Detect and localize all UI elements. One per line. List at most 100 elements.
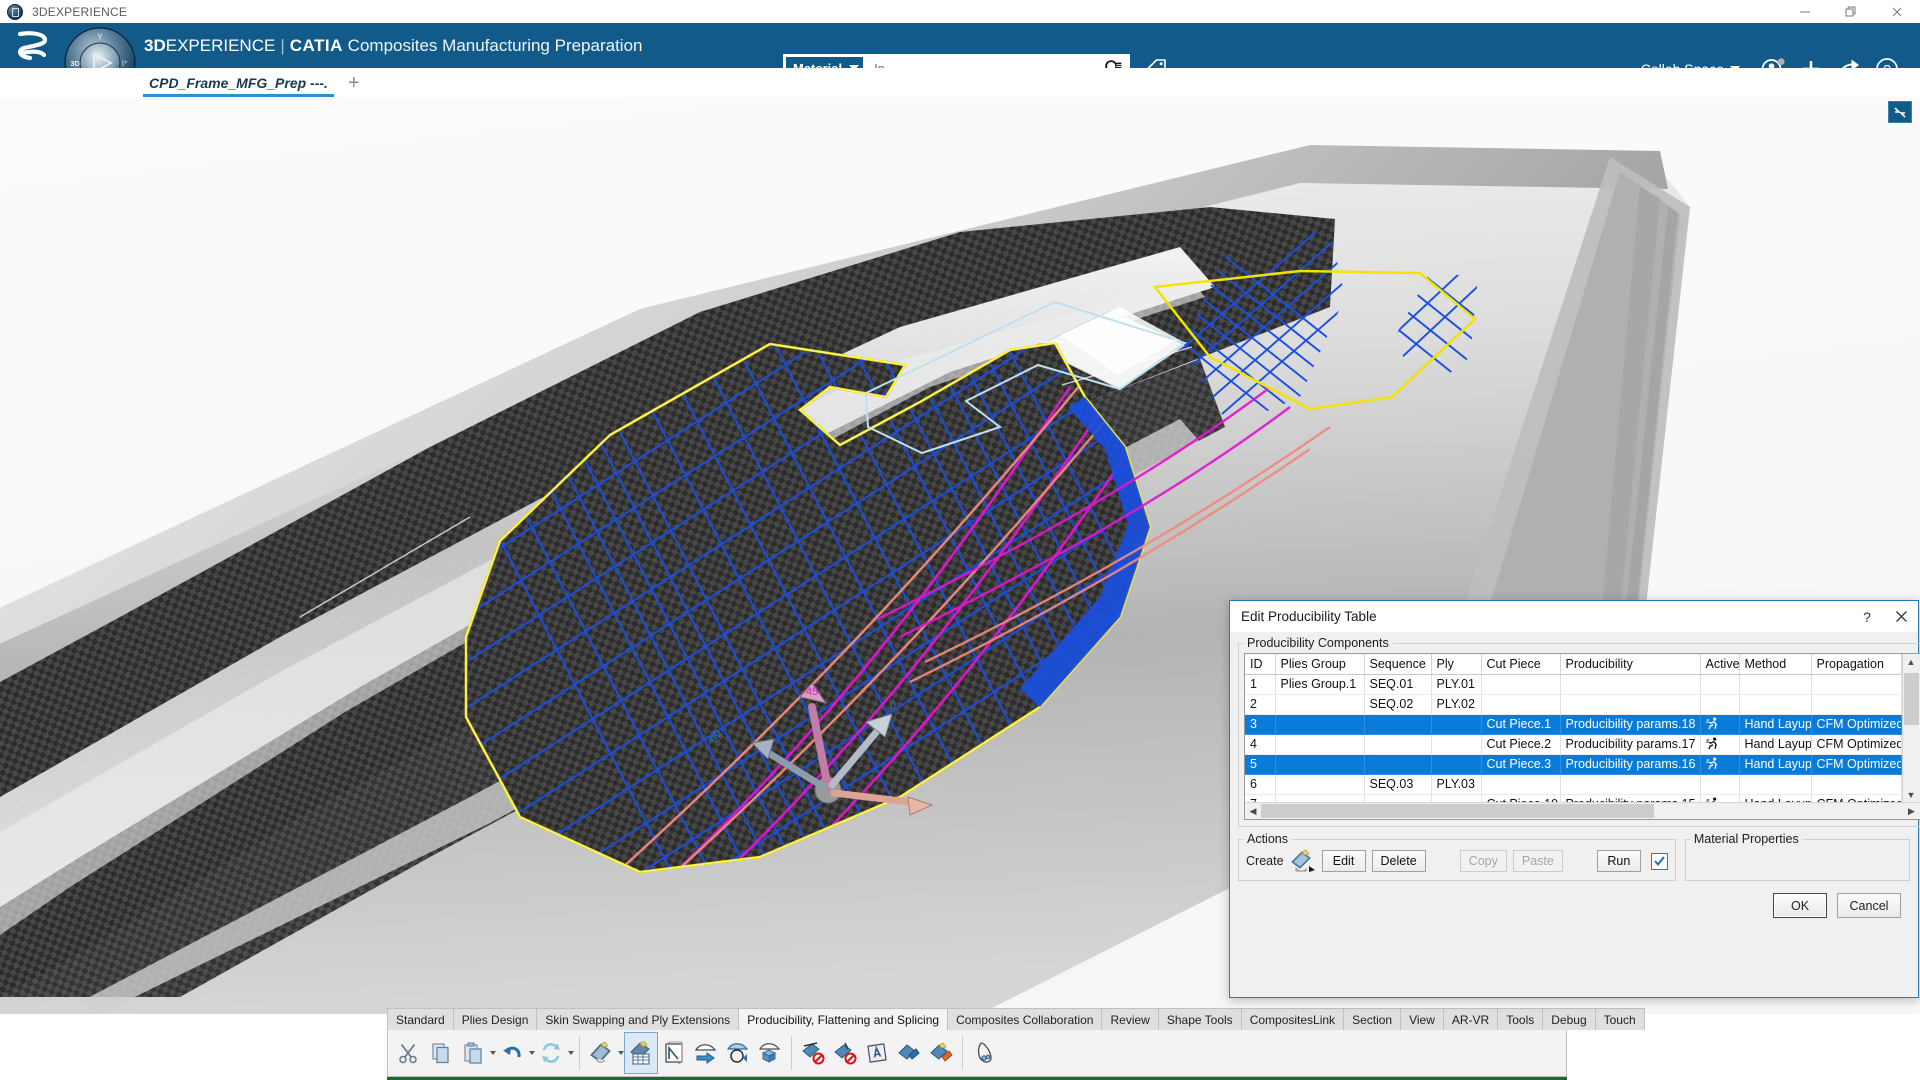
update-refresh-icon[interactable] (535, 1033, 567, 1073)
run-checkbox[interactable] (1651, 853, 1668, 870)
collapse-panel-button[interactable] (1888, 101, 1912, 123)
delete-button[interactable]: Delete (1372, 850, 1426, 872)
producibility-icon[interactable] (585, 1033, 617, 1073)
cell-producibility: Producibility params.17 (1560, 734, 1700, 754)
action-bar-tab-producibility-flattening-and-splicing[interactable]: Producibility, Flattening and Splicing (738, 1008, 947, 1030)
column-header-cut-piece[interactable]: Cut Piece (1481, 654, 1560, 674)
action-bar-tab-skin-swapping-and-ply-extensions[interactable]: Skin Swapping and Ply Extensions (536, 1008, 738, 1030)
action-bar-tab-review[interactable]: Review (1101, 1008, 1157, 1030)
column-header-id[interactable]: ID (1245, 654, 1275, 674)
close-button[interactable] (1874, 0, 1920, 23)
ply-transfer-icon[interactable] (722, 1033, 754, 1073)
producibility-table-icon[interactable] (624, 1032, 658, 1074)
copy-button[interactable]: Copy (1460, 850, 1507, 872)
producibility-table[interactable]: ID Plies Group Sequence Ply Cut Piece Pr… (1245, 654, 1902, 802)
scroll-down-arrow-icon[interactable]: ▼ (1903, 787, 1920, 802)
action-bar-tab-standard[interactable]: Standard (387, 1008, 453, 1030)
new-tab-button[interactable]: + (348, 73, 360, 97)
hscroll-thumb[interactable] (1261, 804, 1654, 818)
table-row[interactable]: 6SEQ.03PLY.03 (1245, 774, 1901, 794)
dialog-title: Edit Producibility Table (1241, 609, 1377, 624)
actions-group: Actions Create Edit (1238, 832, 1676, 881)
action-bar-tab-label: Producibility, Flattening and Splicing (747, 1013, 939, 1027)
action-bar-tab-label: Composites Collaboration (956, 1013, 1093, 1027)
copy-icon[interactable] (425, 1033, 457, 1073)
vscroll-thumb[interactable] (1904, 673, 1919, 725)
update-dropdown-caret[interactable] (568, 1051, 574, 1055)
table-row[interactable]: 1Plies Group.1SEQ.01PLY.01 (1245, 674, 1901, 694)
darts-icon[interactable] (968, 1033, 1000, 1073)
hscroll-track[interactable] (1261, 803, 1904, 819)
action-bar-tab-compositeslink[interactable]: CompositesLink (1241, 1008, 1343, 1030)
column-header-ply[interactable]: Ply (1431, 654, 1481, 674)
maximize-restore-button[interactable] (1828, 0, 1874, 23)
table-row[interactable]: 2SEQ.02PLY.02 (1245, 694, 1901, 714)
vscroll-track[interactable] (1903, 669, 1920, 787)
scroll-left-arrow-icon[interactable]: ◀ (1245, 803, 1261, 819)
run-icon[interactable] (1700, 754, 1739, 774)
column-header-plies-group[interactable]: Plies Group (1275, 654, 1364, 674)
action-bar-tab-label: Skin Swapping and Ply Extensions (545, 1013, 730, 1027)
action-bar-tab-composites-collaboration[interactable]: Composites Collaboration (947, 1008, 1101, 1030)
flattening-icon[interactable] (658, 1033, 690, 1073)
action-bar-tab-plies-design[interactable]: Plies Design (453, 1008, 537, 1030)
column-header-active[interactable]: Active (1700, 654, 1739, 674)
column-header-producibility[interactable]: Producibility (1560, 654, 1700, 674)
table-header-row: ID Plies Group Sequence Ply Cut Piece Pr… (1245, 654, 1901, 674)
action-bar-tab-ar-vr[interactable]: AR-VR (1443, 1008, 1497, 1030)
dialog-help-button[interactable]: ? (1850, 601, 1884, 632)
edit-producibility-table-dialog[interactable]: Edit Producibility Table ? Producibility… (1229, 600, 1919, 998)
producibility-table-container[interactable]: ID Plies Group Sequence Ply Cut Piece Pr… (1244, 653, 1920, 820)
cell-producibility (1560, 674, 1700, 694)
toolbar-divider (579, 1036, 580, 1070)
document-tab-label: CPD_Frame_MFG_Prep ---. (149, 75, 328, 91)
producibility-components-legend: Producibility Components (1243, 636, 1393, 650)
table-row[interactable]: 7Cut Piece.19Producibility params.15Hand… (1245, 794, 1901, 802)
analyze-ply-icon[interactable] (861, 1033, 893, 1073)
cell-method: Hand Layup (1739, 794, 1811, 802)
scroll-right-arrow-icon[interactable]: ▶ (1904, 803, 1920, 819)
dialog-close-button[interactable] (1884, 601, 1918, 632)
dialog-footer: OK Cancel (1238, 893, 1901, 918)
column-header-propagation[interactable]: Propagation (1811, 654, 1901, 674)
edit-button[interactable]: Edit (1322, 850, 1366, 872)
ply-3d-icon[interactable] (754, 1033, 786, 1073)
action-bar-tab-shape-tools[interactable]: Shape Tools (1158, 1008, 1241, 1030)
cancel-button[interactable]: Cancel (1837, 893, 1901, 918)
delete-producibility-icon[interactable] (797, 1033, 829, 1073)
create-label: Create (1246, 854, 1284, 868)
splice-edit-icon[interactable] (925, 1033, 957, 1073)
delete-flattening-icon[interactable] (829, 1033, 861, 1073)
action-bar-tab-touch[interactable]: Touch (1595, 1008, 1645, 1030)
table-row[interactable]: 5Cut Piece.3Producibility params.16Hand … (1245, 754, 1901, 774)
column-header-method[interactable]: Method (1739, 654, 1811, 674)
splice-icon[interactable] (893, 1033, 925, 1073)
action-bar-tab-view[interactable]: View (1400, 1008, 1443, 1030)
column-header-sequence[interactable]: Sequence (1364, 654, 1431, 674)
action-bar-tab-section[interactable]: Section (1343, 1008, 1400, 1030)
export-ply-icon[interactable] (690, 1033, 722, 1073)
paste-button[interactable]: Paste (1513, 850, 1563, 872)
cell-id: 2 (1245, 694, 1275, 714)
table-row[interactable]: 4Cut Piece.2Producibility params.17Hand … (1245, 734, 1901, 754)
action-bar-tab-tools[interactable]: Tools (1497, 1008, 1542, 1030)
tab-cpd-frame-mfg-prep[interactable]: CPD_Frame_MFG_Prep ---. (143, 69, 334, 97)
run-icon[interactable] (1700, 794, 1739, 802)
cell-ply (1431, 754, 1481, 774)
paste-icon[interactable] (457, 1033, 489, 1073)
ok-button[interactable]: OK (1773, 893, 1827, 918)
cell-propagation (1811, 674, 1901, 694)
undo-icon[interactable] (496, 1033, 528, 1073)
table-row[interactable]: 3Cut Piece.1Producibility params.18Hand … (1245, 714, 1901, 734)
action-bar-tab-label: Tools (1506, 1013, 1534, 1027)
run-icon[interactable] (1700, 734, 1739, 754)
run-button[interactable]: Run (1597, 850, 1641, 872)
action-bar-tab-debug[interactable]: Debug (1542, 1008, 1594, 1030)
table-horizontal-scrollbar[interactable]: ◀ ▶ (1245, 802, 1920, 819)
table-vertical-scrollbar[interactable]: ▲ ▼ (1902, 654, 1920, 802)
create-producibility-icon[interactable] (1290, 849, 1316, 873)
run-icon[interactable] (1700, 714, 1739, 734)
minimize-button[interactable] (1782, 0, 1828, 23)
cut-scissors-icon[interactable] (393, 1033, 425, 1073)
scroll-up-arrow-icon[interactable]: ▲ (1903, 654, 1920, 669)
